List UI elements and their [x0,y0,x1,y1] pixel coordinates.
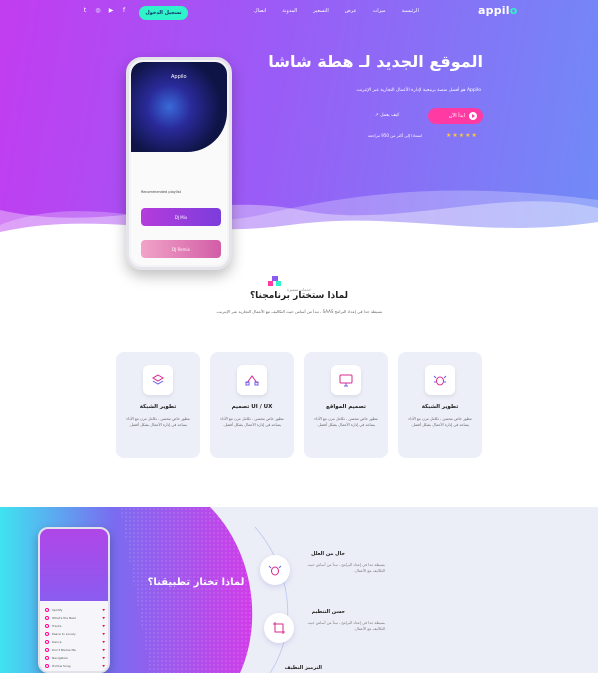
how-it-works-link[interactable]: ↗ كيف يعمل [375,113,399,118]
youtube-icon[interactable]: ▶ [108,7,114,15]
more-icon: ♥ [102,655,105,660]
feature-card[interactable]: تصميم المواقع مطور خاص محسن ، تكامل مرن … [304,352,388,458]
track-row[interactable]: Dance ♥ [45,639,105,644]
section-description: بسيطة جدا في إعداد البرامج SAAS ، تبدأ م… [215,309,383,314]
feature-title: تصميم المواقع [326,404,366,410]
track-row[interactable]: Spotify ♥ [45,607,105,612]
get-started-button[interactable]: ابدأ الآن [428,108,483,124]
section-logo-icon [268,276,281,286]
hero-wave [0,190,598,270]
menu-item-offers[interactable]: عرض [345,8,357,14]
track-icon [45,623,49,628]
instagram-icon[interactable]: ◎ [95,7,101,15]
app-section-title: لماذا تختار تطبيقنا؟ [147,577,245,588]
feature-title: UI / UX تصميم [231,404,273,410]
menu-item-home[interactable]: الرئيسية [402,8,419,14]
feature-description: بسيطة جدا في إعداد البرامج ، تبدأ من أسا… [307,563,385,573]
playlist-card[interactable]: DJ Remix [141,240,221,258]
track-row[interactable]: Tracks ♥ [45,623,105,628]
play-icon [469,112,477,120]
more-icon: ♥ [102,639,105,644]
hero-description: Appilo هو أفضل منصة برمجية لإدارة الأعما… [356,88,481,93]
facebook-icon[interactable]: f [121,7,127,15]
menu-item-features[interactable]: ميزات [373,8,386,14]
more-icon: ♥ [102,607,105,612]
menu-item-blog[interactable]: المدونة [282,8,297,14]
bug-icon [425,365,455,395]
menu-item-pricing[interactable]: التسعير [313,8,329,14]
phone2-header [40,529,108,601]
phone-mockup-2: Spotify ♥ What's the Best ♥ Tracks ♥ Peace … [38,527,110,673]
feature-title: الترميز النظيف [284,665,322,671]
bug-icon [260,555,290,585]
hero-section: t ◎ ▶ f تسجيل الدخول اتصال المدونة التسع… [0,0,598,270]
playlist-card[interactable]: DJ Mix [141,208,221,226]
layers-icon [143,365,173,395]
phone-mockup: Appilo Recommended playlist DJ Mix DJ Re… [126,57,232,270]
rating-text: استنادا إلى أكثر من 950 مراجعة [368,133,423,138]
more-icon: ♥ [102,615,105,620]
feature-title: تطوير الشبكة [139,404,177,410]
twitter-icon[interactable]: t [82,7,88,15]
more-icon: ♥ [102,663,105,668]
feature-title: خال من العلل [311,551,345,557]
track-row[interactable]: Peace to Lonely ♥ [45,631,105,636]
track-row[interactable]: What's the Best ♥ [45,615,105,620]
feature-title: تطوير الشبكة [421,404,459,410]
monitor-icon [331,365,361,395]
vector-icon [237,365,267,395]
track-row[interactable]: Don't Blame Me ♥ [45,647,105,652]
phone-screen: Appilo Recommended playlist DJ Mix DJ Re… [131,62,227,265]
track-row[interactable]: Hollow Song ♥ [45,663,105,668]
track-icon [45,607,49,612]
playlist-header: Recommended playlist [141,190,181,194]
more-icon: ♥ [102,631,105,636]
feature-card[interactable]: تطوير الشبكة مطور خاص محسن ، تكامل مرن م… [116,352,200,458]
feature-card[interactable]: UI / UX تصميم مطور خاص محسن ، تكامل مرن … [210,352,294,458]
feature-description: مطور خاص محسن ، تكامل مرن مع الأداء يساع… [408,417,472,427]
track-icon [45,639,49,644]
hero-title: الموقع الجديد لـ هطة شاشا [268,52,483,71]
track-icon [45,655,49,660]
feature-description: مطور خاص محسن ، تكامل مرن مع الأداء يساع… [314,417,378,427]
track-icon [45,631,49,636]
track-icon [45,647,49,652]
main-menu: اتصال المدونة التسعير عرض ميزات الرئيسية [254,8,419,14]
feature-card[interactable]: تطوير الشبكة مطور خاص محسن ، تكامل مرن م… [398,352,482,458]
track-row[interactable]: Navigation ♥ [45,655,105,660]
track-icon [45,615,49,620]
feature-description: مطور خاص محسن ، تكامل مرن مع الأداء يساع… [126,417,190,427]
feature-description: مطور خاص محسن ، تكامل مرن مع الأداء يساع… [220,417,284,427]
feature-description: بسيطة جدا في إعداد البرامج ، تبدأ من أسا… [307,621,385,631]
track-icon [45,663,49,668]
login-button[interactable]: تسجيل الدخول [139,6,188,20]
feature-title: حسن التنظيم [311,609,345,615]
crop-icon [264,613,294,643]
menu-item-contact[interactable]: اتصال [254,8,266,14]
rating-stars: ★★★★★ [446,132,478,139]
more-icon: ♥ [102,623,105,628]
section-title: لماذا ستختار برنامجنا؟ [249,291,349,301]
more-icon: ♥ [102,647,105,652]
social-links: t ◎ ▶ f [82,7,127,15]
logo[interactable]: appilo [478,4,517,17]
app-title: Appilo [171,74,187,80]
